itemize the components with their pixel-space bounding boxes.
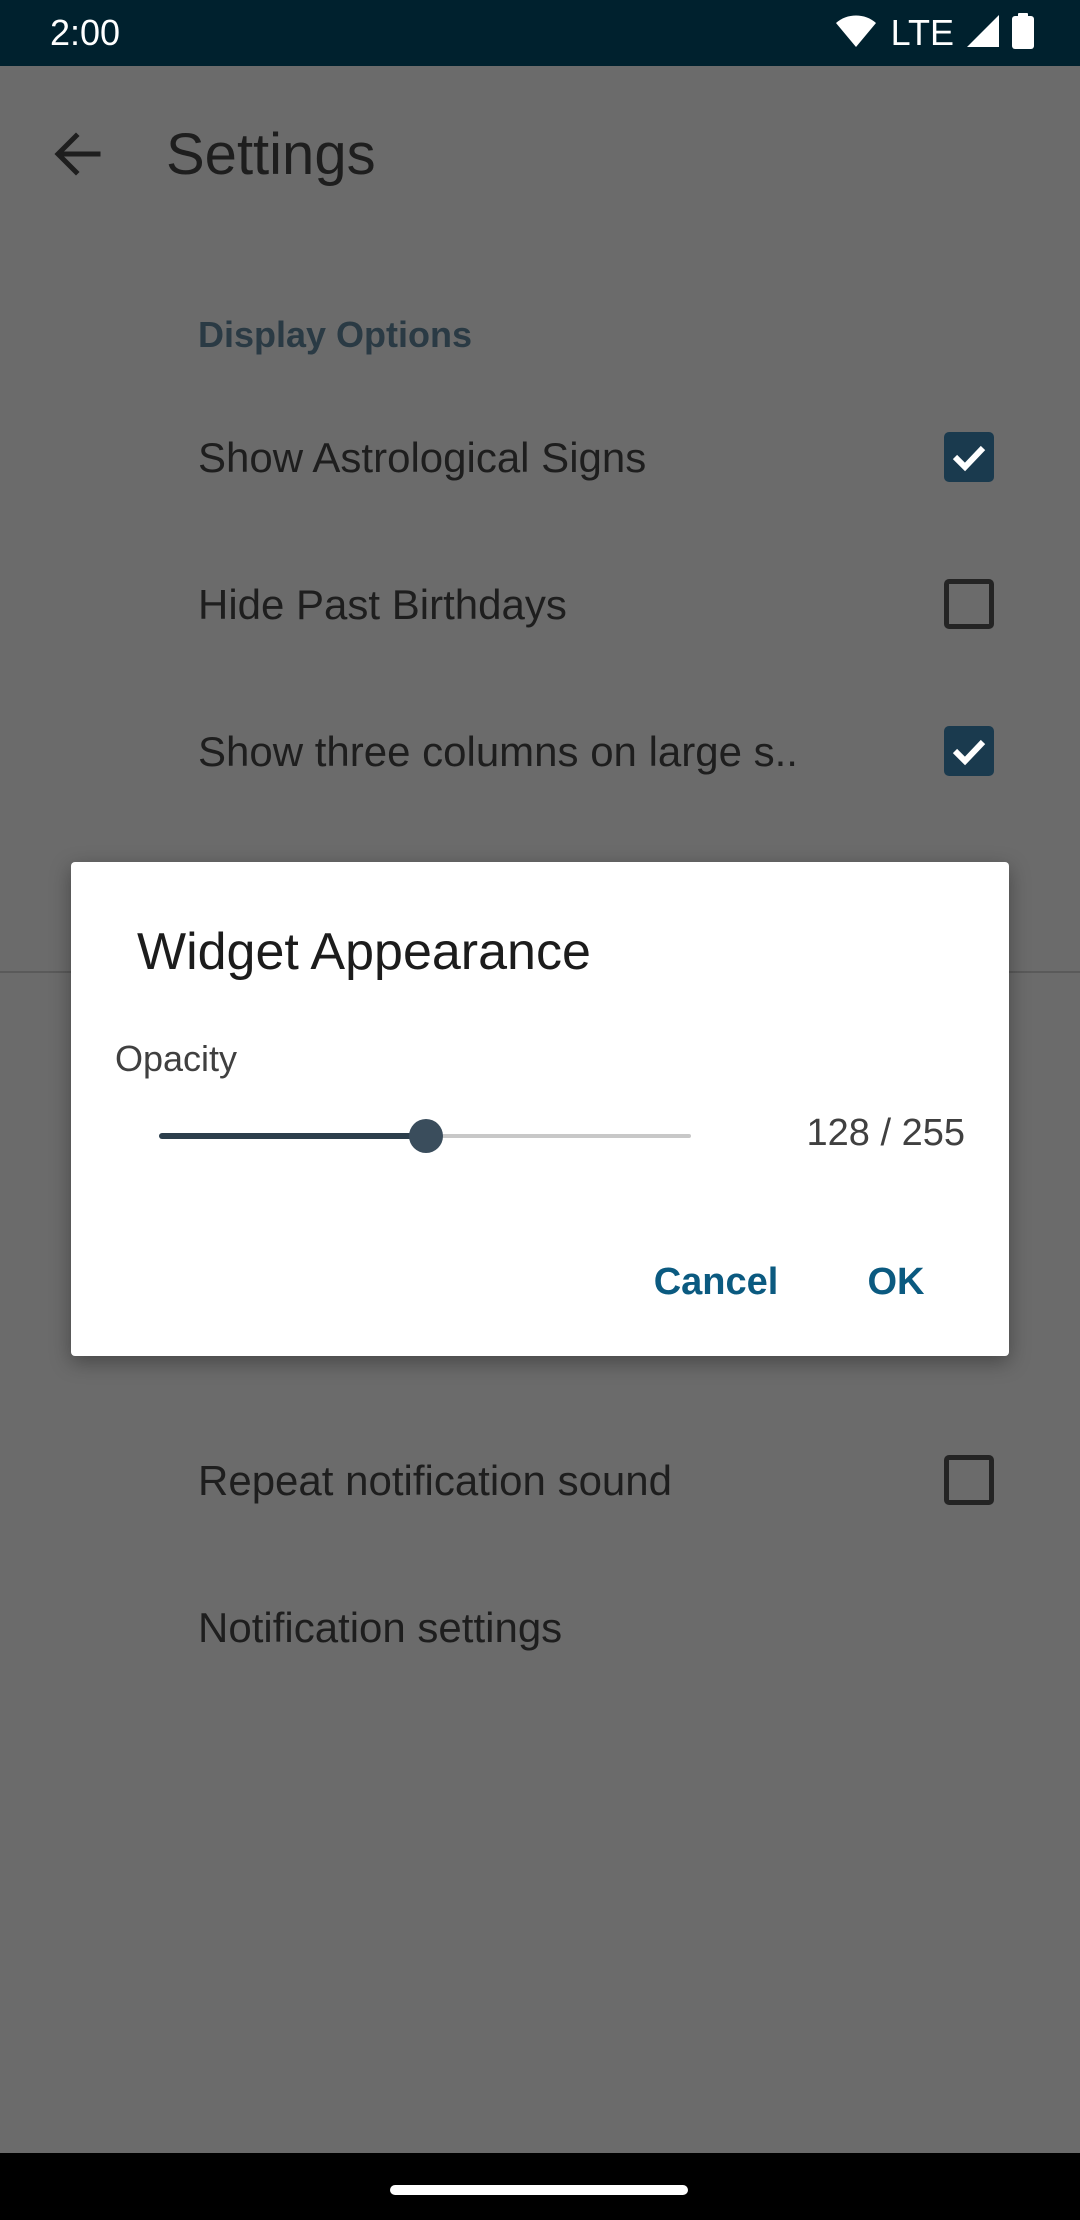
pref-label: Repeat notification sound bbox=[198, 1457, 672, 1504]
pref-label: Notification settings bbox=[198, 1604, 563, 1651]
status-icons: LTE bbox=[835, 10, 1034, 56]
widget-appearance-dialog: Widget Appearance Opacity 128 / 255 Canc… bbox=[71, 862, 1009, 1356]
cancel-button[interactable]: Cancel bbox=[631, 1242, 801, 1322]
checkbox-unchecked[interactable] bbox=[944, 1455, 994, 1505]
checkbox-checked[interactable] bbox=[944, 726, 994, 776]
pref-show-three-columns[interactable]: Show three columns on large s.. bbox=[198, 701, 1018, 801]
opacity-slider[interactable] bbox=[159, 1114, 691, 1158]
check-icon bbox=[952, 445, 986, 472]
slider-fill bbox=[159, 1133, 426, 1139]
pref-repeat-notification-sound[interactable]: Repeat notification sound bbox=[198, 1430, 1018, 1530]
pref-label: Hide Past Birthdays bbox=[198, 581, 567, 628]
opacity-label: Opacity bbox=[115, 1038, 238, 1079]
ok-button[interactable]: OK bbox=[841, 1242, 951, 1322]
screen: 2:00 LTE Settings Display Options Show A… bbox=[0, 0, 1080, 2220]
checkbox-checked[interactable] bbox=[944, 432, 994, 482]
battery-icon bbox=[1012, 12, 1034, 54]
arrow-back-icon[interactable] bbox=[46, 122, 110, 186]
wifi-icon bbox=[835, 14, 877, 53]
pref-hide-past-birthdays[interactable]: Hide Past Birthdays bbox=[198, 554, 1018, 654]
status-bar: 2:00 LTE bbox=[0, 0, 1080, 66]
section-header-display-options: Display Options bbox=[198, 314, 473, 355]
home-gesture-handle[interactable] bbox=[390, 2185, 688, 2195]
status-time: 2:00 bbox=[50, 12, 121, 53]
pref-label: Show Astrological Signs bbox=[198, 434, 647, 481]
opacity-value-readout: 128 / 255 bbox=[806, 1112, 965, 1154]
checkbox-unchecked[interactable] bbox=[944, 579, 994, 629]
page-title: Settings bbox=[166, 122, 376, 187]
pref-notification-settings[interactable]: Notification settings bbox=[198, 1577, 1018, 1677]
pref-show-astrological-signs[interactable]: Show Astrological Signs bbox=[198, 407, 1018, 507]
dialog-title: Widget Appearance bbox=[137, 923, 591, 981]
navigation-bar bbox=[0, 2153, 1080, 2220]
pref-label: Show three columns on large s.. bbox=[198, 728, 798, 775]
slider-thumb[interactable] bbox=[409, 1119, 443, 1153]
network-type-label: LTE bbox=[890, 12, 954, 53]
cell-signal-icon bbox=[966, 14, 1000, 53]
check-icon bbox=[952, 739, 986, 766]
